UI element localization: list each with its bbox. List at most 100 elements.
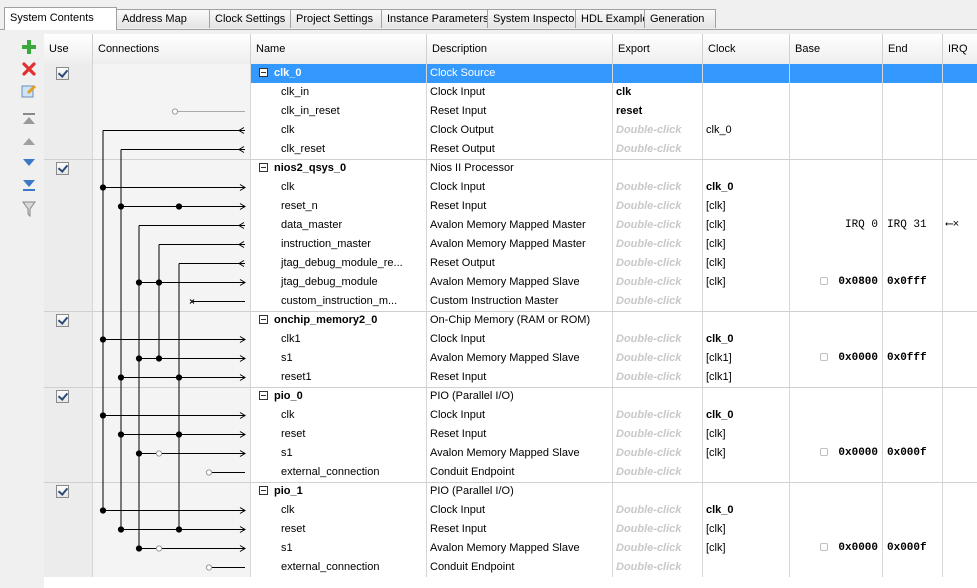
- name-cell[interactable]: reset: [251, 425, 427, 444]
- interface-row[interactable]: s1 Avalon Memory Mapped Slave Double-click…: [44, 349, 977, 368]
- end-cell[interactable]: IRQ 31: [883, 216, 943, 235]
- export-cell[interactable]: Double-click: [613, 254, 703, 273]
- interface-row[interactable]: reset Reset Input Double-click [clk]: [44, 520, 977, 539]
- base-cell[interactable]: 0x0000: [790, 349, 883, 368]
- end-cell[interactable]: [883, 558, 943, 577]
- irq-cell[interactable]: [943, 520, 977, 539]
- interface-row[interactable]: clk1 Clock Input Double-click clk_0: [44, 330, 977, 349]
- clock-cell[interactable]: [703, 311, 790, 330]
- clock-cell[interactable]: clk_0: [703, 501, 790, 520]
- interface-row[interactable]: custom_instruction_m... Custom Instructio…: [44, 292, 977, 311]
- irq-cell[interactable]: [943, 254, 977, 273]
- connections-cell[interactable]: [93, 406, 251, 425]
- use-checkbox[interactable]: [56, 162, 69, 175]
- end-cell[interactable]: [883, 368, 943, 387]
- base-cell[interactable]: [790, 235, 883, 254]
- end-cell[interactable]: [883, 311, 943, 330]
- export-cell[interactable]: Double-click: [613, 368, 703, 387]
- connections-cell[interactable]: [93, 159, 251, 178]
- connections-cell[interactable]: [93, 121, 251, 140]
- base-cell[interactable]: [790, 197, 883, 216]
- export-cell[interactable]: reset: [613, 102, 703, 121]
- base-cell[interactable]: [790, 178, 883, 197]
- tab-system-inspector[interactable]: System Inspector: [487, 9, 578, 28]
- clock-cell[interactable]: [clk1]: [703, 349, 790, 368]
- connections-cell[interactable]: [93, 273, 251, 292]
- clock-cell[interactable]: [clk]: [703, 216, 790, 235]
- interface-row[interactable]: clk Clock Input Double-click clk_0: [44, 178, 977, 197]
- interface-row[interactable]: jtag_debug_module Avalon Memory Mapped Sl…: [44, 273, 977, 292]
- end-cell[interactable]: [883, 159, 943, 178]
- connections-cell[interactable]: [93, 444, 251, 463]
- name-cell[interactable]: clk: [251, 501, 427, 520]
- clock-cell[interactable]: [703, 83, 790, 102]
- component-row[interactable]: onchip_memory2_0 On-Chip Memory (RAM or R…: [44, 311, 977, 330]
- irq-cell[interactable]: [943, 501, 977, 520]
- name-cell[interactable]: custom_instruction_m...: [251, 292, 427, 311]
- irq-cell[interactable]: [943, 273, 977, 292]
- collapse-toggle-icon[interactable]: [259, 485, 268, 495]
- column-header-export[interactable]: Export: [613, 34, 703, 64]
- move-down-icon[interactable]: [20, 154, 38, 172]
- irq-cell[interactable]: [943, 83, 977, 102]
- use-checkbox[interactable]: [56, 485, 69, 498]
- interface-row[interactable]: reset1 Reset Input Double-click [clk1]: [44, 368, 977, 387]
- name-cell[interactable]: clk_in_reset: [251, 102, 427, 121]
- connections-cell[interactable]: [93, 463, 251, 482]
- component-row[interactable]: clk_0 Clock Source: [44, 64, 977, 83]
- name-cell[interactable]: reset_n: [251, 197, 427, 216]
- connections-cell[interactable]: [93, 140, 251, 159]
- export-cell[interactable]: Double-click: [613, 273, 703, 292]
- interface-row[interactable]: external_connection Conduit Endpoint Doubl…: [44, 463, 977, 482]
- interface-row[interactable]: clk Clock Input Double-click clk_0: [44, 501, 977, 520]
- use-checkbox[interactable]: [56, 390, 69, 403]
- irq-cell[interactable]: [943, 482, 977, 501]
- column-header-end[interactable]: End: [883, 34, 943, 64]
- collapse-toggle-icon[interactable]: [259, 67, 268, 77]
- export-cell[interactable]: Double-click: [613, 406, 703, 425]
- base-cell[interactable]: [790, 482, 883, 501]
- clock-cell[interactable]: [clk]: [703, 444, 790, 463]
- export-cell[interactable]: Double-click: [613, 178, 703, 197]
- irq-cell[interactable]: [943, 444, 977, 463]
- name-cell[interactable]: clk_0: [251, 64, 427, 83]
- clock-cell[interactable]: [703, 558, 790, 577]
- clock-cell[interactable]: [clk1]: [703, 368, 790, 387]
- irq-cell[interactable]: [943, 140, 977, 159]
- clock-cell[interactable]: [clk]: [703, 520, 790, 539]
- name-cell[interactable]: clk: [251, 121, 427, 140]
- base-cell[interactable]: [790, 463, 883, 482]
- tab-address-map[interactable]: Address Map: [116, 9, 210, 28]
- remove-icon[interactable]: [20, 60, 38, 78]
- column-header-base[interactable]: Base: [790, 34, 883, 64]
- connections-cell[interactable]: [93, 292, 251, 311]
- irq-cell[interactable]: [943, 463, 977, 482]
- clock-cell[interactable]: [703, 102, 790, 121]
- column-header-name[interactable]: Name: [251, 34, 427, 64]
- base-cell[interactable]: [790, 292, 883, 311]
- name-cell[interactable]: nios2_qsys_0: [251, 159, 427, 178]
- irq-cell[interactable]: [943, 159, 977, 178]
- lock-icon[interactable]: [820, 353, 829, 362]
- export-cell[interactable]: Double-click: [613, 425, 703, 444]
- end-cell[interactable]: [883, 330, 943, 349]
- interface-row[interactable]: clk Clock Output Double-click clk_0: [44, 121, 977, 140]
- end-cell[interactable]: 0x0fff: [883, 273, 943, 292]
- connections-cell[interactable]: [93, 311, 251, 330]
- export-cell[interactable]: Double-click: [613, 197, 703, 216]
- base-cell[interactable]: [790, 368, 883, 387]
- export-cell[interactable]: Double-click: [613, 330, 703, 349]
- column-header-connections[interactable]: Connections: [93, 34, 251, 64]
- end-cell[interactable]: [883, 64, 943, 83]
- end-cell[interactable]: [883, 387, 943, 406]
- base-cell[interactable]: [790, 330, 883, 349]
- interface-row[interactable]: s1 Avalon Memory Mapped Slave Double-click…: [44, 539, 977, 558]
- end-cell[interactable]: [883, 292, 943, 311]
- clock-cell[interactable]: [clk]: [703, 539, 790, 558]
- lock-icon[interactable]: [820, 543, 829, 552]
- name-cell[interactable]: clk1: [251, 330, 427, 349]
- connections-cell[interactable]: [93, 64, 251, 83]
- edit-icon[interactable]: [20, 82, 38, 100]
- export-cell[interactable]: Double-click: [613, 463, 703, 482]
- end-cell[interactable]: [883, 235, 943, 254]
